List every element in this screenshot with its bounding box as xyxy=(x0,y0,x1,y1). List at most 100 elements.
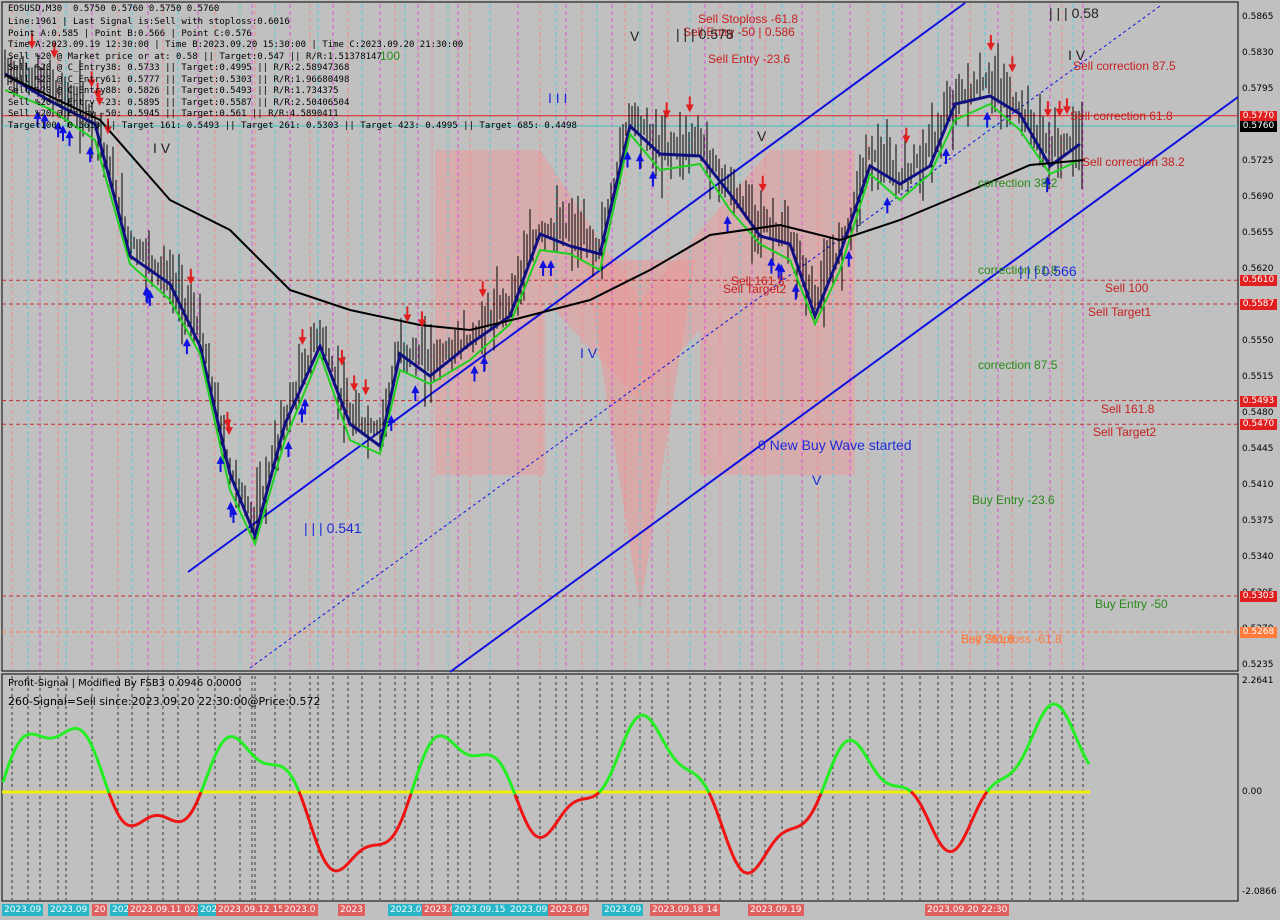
time-axis-label: 2023.09 xyxy=(602,904,644,916)
oscillator-segment xyxy=(673,758,679,763)
oscillator-segment xyxy=(95,758,101,765)
oscillator-segment xyxy=(684,766,688,771)
oscillator-segment xyxy=(703,784,709,790)
oscillator-segment xyxy=(113,807,119,813)
oscillator-segment xyxy=(909,790,915,795)
oscillator-segment xyxy=(1083,756,1089,762)
time-axis-label: 20 xyxy=(92,904,108,916)
oscillator-segment xyxy=(323,860,329,866)
oscillator-segment xyxy=(421,752,427,759)
oscillator-segment xyxy=(919,804,925,810)
oscillator-segment xyxy=(917,801,923,807)
oscillator-segment xyxy=(366,844,370,849)
oscillator-segment xyxy=(415,768,421,776)
oscillator-segment xyxy=(863,753,869,759)
price-level-badge: 0.5268 xyxy=(1240,627,1277,639)
oscillator-segment xyxy=(236,737,240,742)
oscillator-segment xyxy=(669,753,675,758)
oscillator-segment xyxy=(68,727,72,732)
oscillator-segment xyxy=(184,816,188,821)
oscillator-segment xyxy=(423,748,429,755)
time-axis-label: 2023.09.20 22:30 xyxy=(925,904,1010,916)
oscillator-segment xyxy=(11,748,17,755)
info-line: Sell %20 @ C_Entry38: 0.5733 || Target:0… xyxy=(8,63,350,73)
oscillator-segment xyxy=(865,756,871,762)
oscillator-segment xyxy=(311,831,317,839)
oscillator-segment xyxy=(719,822,725,830)
oscillator-segment xyxy=(144,817,148,822)
oscillator-segment xyxy=(162,814,166,819)
oscillator-segment xyxy=(957,841,963,847)
oscillator-segment xyxy=(7,758,13,765)
oscillator-segment xyxy=(694,773,698,778)
chart-annotation: I I I xyxy=(548,90,568,106)
oscillator-segment xyxy=(657,732,663,738)
oscillator-segment xyxy=(592,794,596,799)
oscillator-segment xyxy=(739,868,745,873)
oscillator-segment xyxy=(103,781,109,788)
oscillator-segment xyxy=(203,775,209,783)
oscillator-segment xyxy=(627,725,633,731)
oscillator-segment xyxy=(655,728,661,734)
oscillator-segment xyxy=(859,747,865,753)
oscillator-segment xyxy=(819,787,825,795)
oscillator-segment xyxy=(1085,759,1091,765)
price-tick: 0.5375 xyxy=(1242,516,1274,526)
oscillator-segment xyxy=(215,747,221,753)
oscillator-segment xyxy=(788,827,792,832)
oscillator-segment xyxy=(239,740,245,746)
oscillator-segment xyxy=(680,764,684,769)
oscillator-segment xyxy=(399,815,405,822)
oscillator-segment xyxy=(534,834,538,838)
price-tick: 0.5725 xyxy=(1242,156,1274,166)
oscillator-segment xyxy=(744,871,748,875)
oscillator-segment xyxy=(549,826,555,832)
oscillator-segment xyxy=(761,854,767,860)
oscillator-segment xyxy=(713,806,719,813)
oscillator-segment xyxy=(737,866,743,871)
oscillator-segment xyxy=(54,735,58,739)
oscillator-segment xyxy=(933,833,939,839)
oscillator-segment xyxy=(869,763,875,769)
oscillator-segment xyxy=(9,753,15,760)
chart-annotation: Sell Stoploss -61.8 xyxy=(698,12,799,26)
oscillator-segment xyxy=(884,780,888,785)
oscillator-segment xyxy=(193,801,199,807)
oscillator-segment xyxy=(434,735,438,740)
oscillator-segment xyxy=(707,792,713,798)
oscillator-segment xyxy=(107,792,113,799)
oscillator-segment xyxy=(871,766,877,772)
oscillator-segment xyxy=(243,745,249,750)
oscillator-segment xyxy=(462,750,466,755)
oscillator-segment xyxy=(908,788,912,793)
price-level-badge: 0.5587 xyxy=(1240,298,1277,310)
oscillator-segment xyxy=(180,819,184,823)
oscillator-segment xyxy=(289,774,295,780)
oscillator-segment xyxy=(85,736,91,741)
oscillator-segment xyxy=(460,749,464,754)
oscillator-segment xyxy=(536,835,540,839)
oscillator-segment xyxy=(403,805,409,812)
oscillator-segment xyxy=(492,754,496,759)
oscillator-segment xyxy=(89,743,95,750)
oscillator-segment xyxy=(411,780,417,788)
oscillator-segment xyxy=(1004,774,1008,779)
oscillator-segment xyxy=(321,856,327,863)
oscillator-segment xyxy=(731,855,737,861)
oscillator-segment xyxy=(547,829,553,834)
oscillator-segment xyxy=(195,796,201,803)
oscillator-segment xyxy=(841,741,847,746)
oscillator-segment xyxy=(391,832,397,837)
trading-chart[interactable] xyxy=(0,0,1280,920)
chart-annotation: Buy Entry -23.6 xyxy=(972,493,1055,507)
oscillator-segment xyxy=(515,799,521,806)
oscillator-segment xyxy=(854,740,858,745)
price-tick: 0.5480 xyxy=(1242,408,1274,418)
oscillator-segment xyxy=(850,738,854,743)
oscillator-segment xyxy=(605,776,611,782)
oscillator-segment xyxy=(1065,716,1071,723)
oscillator-segment xyxy=(609,767,615,774)
oscillator-segment xyxy=(827,767,833,774)
oscillator-segment xyxy=(24,733,28,738)
oscillator-segment xyxy=(559,812,565,818)
